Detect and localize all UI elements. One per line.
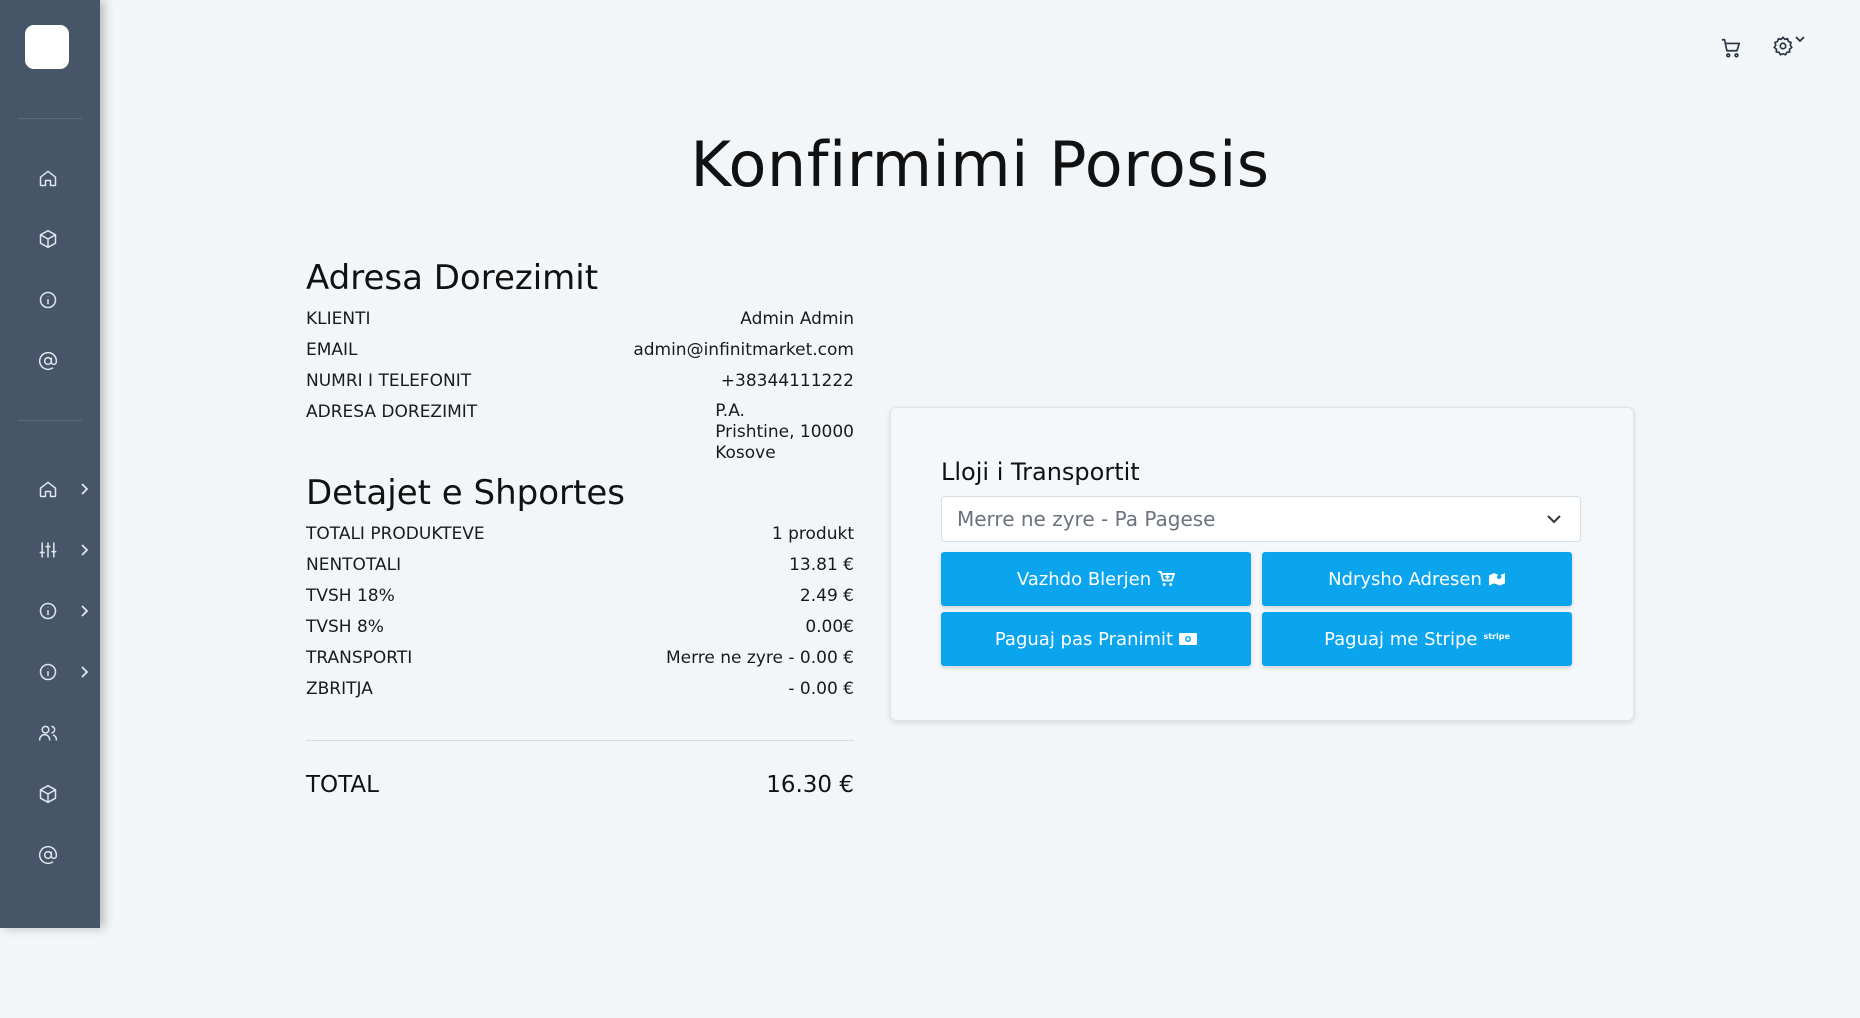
sidebar-divider [18, 420, 82, 421]
address-line: P.A. [715, 401, 745, 421]
transport-select[interactable]: Merre ne zyre - Pa Pagese [941, 496, 1581, 542]
vat8-row: TVSH 8% 0.00€ [306, 616, 854, 647]
phone-value: +38344111222 [720, 371, 854, 391]
sidebar-item-products[interactable] [0, 217, 100, 261]
subtotal-label: NENTOTALI [306, 555, 402, 575]
change-address-label: Ndrysho Adresen [1328, 568, 1482, 590]
info-icon [38, 290, 58, 310]
total-divider [306, 740, 854, 741]
email-label: EMAIL [306, 340, 358, 360]
chevron-down-icon [1546, 512, 1562, 526]
subtotal-value: 13.81 € [789, 555, 854, 575]
info-icon [38, 662, 58, 682]
cart-icon [1720, 37, 1742, 59]
transport-label: TRANSPORTI [306, 648, 413, 668]
email-row: EMAIL admin@infinitmarket.com [306, 339, 854, 370]
phone-label: NUMRI I TELEFONIT [306, 371, 472, 391]
page-title: Konfirmimi Porosis [690, 128, 1270, 201]
phone-row: NUMRI I TELEFONIT +38344111222 [306, 370, 854, 401]
box-icon [38, 784, 58, 804]
transport-card: Lloji i Transportit Merre ne zyre - Pa P… [890, 407, 1634, 721]
pay-with-stripe-button[interactable]: Paguaj me Stripe stripe [1262, 612, 1572, 666]
vat8-label: TVSH 8% [306, 617, 384, 637]
pay-on-delivery-button[interactable]: Paguaj pas Pranimit [941, 612, 1251, 666]
discount-value: - 0.00 € [788, 679, 854, 699]
products-label: TOTALI PRODUKTEVE [306, 524, 485, 544]
info-icon [38, 601, 58, 621]
map-marker-icon [1488, 571, 1506, 587]
client-row: KLIENTI Admin Admin [306, 308, 854, 339]
vat18-row: TVSH 18% 2.49 € [306, 585, 854, 616]
products-value: 1 produkt [771, 524, 854, 544]
vat18-value: 2.49 € [799, 586, 854, 606]
address-line: Prishtine, 10000 [715, 422, 854, 442]
transport-value: Merre ne zyre - 0.00 € [665, 648, 854, 668]
pay-with-stripe-label: Paguaj me Stripe [1324, 628, 1478, 650]
total-value: 16.30 € [766, 772, 854, 798]
at-icon [38, 351, 58, 371]
money-bill-icon [1179, 632, 1198, 646]
chevron-right-icon [78, 543, 90, 557]
continue-shopping-label: Vazhdo Blerjen [1016, 568, 1152, 590]
users-icon [38, 723, 58, 743]
address-line: Kosove [715, 443, 776, 463]
discount-row: ZBRITJA - 0.00 € [306, 678, 854, 709]
box-icon [38, 229, 58, 249]
client-value: Admin Admin [740, 309, 854, 329]
transport-select-value: Merre ne zyre - Pa Pagese [957, 507, 1216, 531]
sidebar-item-packages[interactable] [0, 772, 100, 816]
address-value: P.A. Prishtine, 10000 Kosove [715, 401, 854, 464]
gear-icon [1772, 35, 1794, 57]
subtotal-row: NENTOTALI 13.81 € [306, 554, 854, 585]
sidebar-item-messages[interactable] [0, 833, 100, 877]
stripe-logo-icon: stripe [1483, 631, 1510, 641]
vat8-value: 0.00€ [805, 617, 854, 637]
total-label: TOTAL [306, 772, 379, 798]
sidebar-item-users[interactable] [0, 711, 100, 755]
sidebar-item-contact[interactable] [0, 339, 100, 383]
address-heading: Adresa Dorezimit [306, 258, 599, 298]
sidebar-divider [18, 118, 82, 119]
transport-type-label: Lloji i Transportit [941, 458, 1140, 486]
home-icon [38, 479, 58, 499]
change-address-button[interactable]: Ndrysho Adresen [1262, 552, 1572, 606]
vat18-label: TVSH 18% [306, 586, 395, 606]
chevron-right-icon [78, 665, 90, 679]
sidebar-item-info-group[interactable] [0, 589, 100, 633]
continue-shopping-button[interactable]: Vazhdo Blerjen [941, 552, 1251, 606]
transport-row: TRANSPORTI Merre ne zyre - 0.00 € [306, 647, 854, 678]
sidebar-item-info-group-2[interactable] [0, 650, 100, 694]
sidebar-item-home-group[interactable] [0, 467, 100, 511]
at-icon [38, 845, 58, 865]
delivery-address-section: Adresa Dorezimit KLIENTI Admin Admin EMA… [306, 258, 854, 464]
chevron-right-icon [78, 604, 90, 618]
chevron-down-icon [1794, 33, 1806, 57]
cart-plus-icon [1157, 571, 1176, 587]
sliders-icon [38, 540, 58, 560]
email-value: admin@infinitmarket.com [633, 340, 854, 360]
sidebar-item-info[interactable] [0, 278, 100, 322]
pay-on-delivery-label: Paguaj pas Pranimit [994, 628, 1174, 650]
products-row: TOTALI PRODUKTEVE 1 produkt [306, 523, 854, 554]
total-row: TOTAL 16.30 € [306, 772, 854, 798]
cart-button[interactable] [1720, 37, 1742, 59]
cart-heading: Detajet e Shportes [306, 473, 625, 513]
address-label: ADRESA DOREZIMIT [306, 402, 478, 422]
settings-menu-button[interactable] [1772, 35, 1806, 57]
discount-label: ZBRITJA [306, 679, 373, 699]
cart-details-section: Detajet e Shportes TOTALI PRODUKTEVE 1 p… [306, 473, 854, 709]
chevron-right-icon [78, 482, 90, 496]
client-label: KLIENTI [306, 309, 371, 329]
address-row: ADRESA DOREZIMIT P.A. Prishtine, 10000 K… [306, 401, 854, 464]
sidebar-item-settings-group[interactable] [0, 528, 100, 572]
app-logo[interactable] [25, 25, 69, 69]
